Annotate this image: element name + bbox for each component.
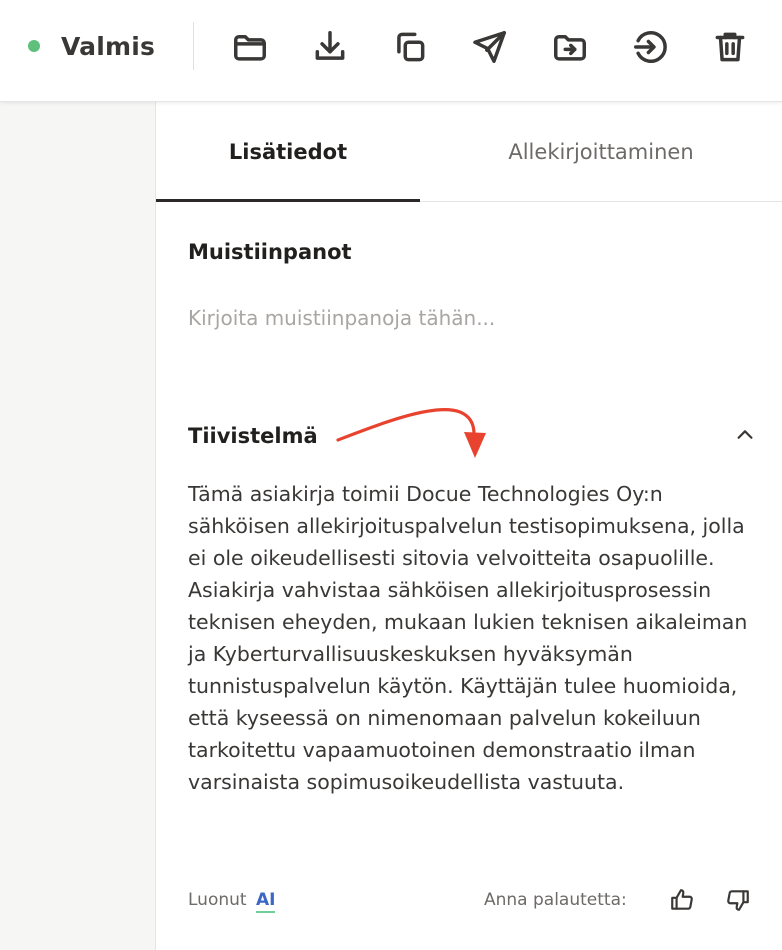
status-label: Valmis bbox=[61, 31, 156, 61]
created-by-label: Luonut bbox=[188, 890, 247, 910]
tab-additional-info[interactable]: Lisätiedot bbox=[156, 102, 420, 202]
notes-input[interactable] bbox=[188, 300, 748, 336]
created-by: Luonut AI bbox=[188, 890, 276, 913]
sign-in-button[interactable] bbox=[629, 26, 671, 68]
status-dot-icon bbox=[28, 40, 40, 52]
move-to-folder-button[interactable] bbox=[549, 26, 591, 68]
active-tab-indicator bbox=[156, 199, 420, 202]
folder-icon bbox=[234, 34, 266, 61]
summary-text: Tämä asiakirja toimii Docue Technologies… bbox=[188, 482, 748, 794]
delete-button[interactable] bbox=[709, 26, 751, 68]
feedback-label: Anna palautetta: bbox=[484, 890, 627, 910]
tab-signing[interactable]: Allekirjoittaminen bbox=[420, 102, 782, 202]
send-icon bbox=[473, 31, 506, 63]
download-icon bbox=[315, 31, 345, 60]
send-button[interactable] bbox=[469, 26, 511, 68]
tab-bar: Lisätiedot Allekirjoittaminen bbox=[156, 102, 782, 202]
thumbs-down-button[interactable] bbox=[722, 884, 754, 916]
folder-button[interactable] bbox=[229, 26, 271, 68]
document-canvas-area bbox=[0, 102, 155, 950]
ai-badge: AI bbox=[255, 890, 276, 913]
summary-title: Tiivistelmä bbox=[188, 424, 318, 448]
summary-footer: Luonut AI Anna palautetta: bbox=[188, 884, 758, 920]
collapse-summary-button[interactable] bbox=[730, 420, 760, 450]
trash-icon bbox=[715, 32, 745, 62]
annotation-arrow-icon bbox=[336, 408, 486, 458]
move-to-folder-icon bbox=[554, 34, 586, 61]
status-indicator: Valmis bbox=[28, 29, 155, 63]
toolbar-divider bbox=[193, 22, 194, 70]
thumbs-up-icon bbox=[671, 889, 693, 910]
copy-icon bbox=[397, 32, 425, 62]
toolbar: Valmis bbox=[0, 0, 782, 102]
thumbs-up-button[interactable] bbox=[666, 884, 698, 916]
sign-in-icon bbox=[634, 31, 667, 63]
chevron-up-icon bbox=[737, 430, 753, 439]
side-panel: Lisätiedot Allekirjoittaminen Muistiinpa… bbox=[156, 102, 782, 950]
copy-button[interactable] bbox=[389, 26, 431, 68]
notes-title: Muistiinpanot bbox=[188, 240, 352, 264]
download-button[interactable] bbox=[309, 26, 351, 68]
thumbs-down-icon bbox=[727, 890, 749, 911]
